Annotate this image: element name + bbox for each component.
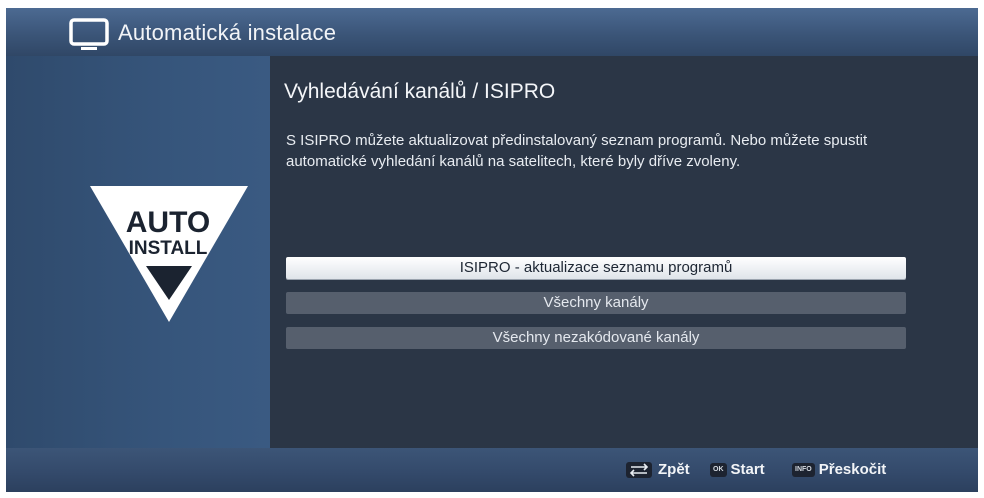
page-title: Vyhledávání kanálů / ISIPRO xyxy=(284,80,556,103)
back-arrows-icon xyxy=(626,462,652,478)
back-hint[interactable]: Zpět xyxy=(658,460,690,480)
footer-bar: Zpět OK Start INFO Přeskočit xyxy=(6,448,978,492)
start-label: Start xyxy=(730,461,765,478)
tv-screen: Automatická instalace AUTO INSTALL Vyhle… xyxy=(6,8,978,492)
auto-install-logo: AUTO INSTALL xyxy=(90,186,248,322)
ok-key-icon: OK xyxy=(710,463,727,478)
skip-hint[interactable]: INFO Přeskočit xyxy=(792,460,886,480)
logo-text-auto: AUTO xyxy=(126,206,210,239)
info-key-icon: INFO xyxy=(792,463,815,478)
start-hint[interactable]: OK Start xyxy=(710,460,765,480)
title-bar: Automatická instalace xyxy=(6,8,978,56)
tv-icon xyxy=(69,18,109,50)
option-all-channels[interactable]: Všechny kanály xyxy=(286,292,906,314)
back-label: Zpět xyxy=(658,461,690,478)
option-isipro-update[interactable]: ISIPRO - aktualizace seznamu programů xyxy=(286,257,906,279)
option-free-channels[interactable]: Všechny nezakódované kanály xyxy=(286,327,906,349)
side-panel: AUTO INSTALL xyxy=(6,56,270,448)
skip-label: Přeskočit xyxy=(818,461,887,478)
description-text: S ISIPRO můžete aktualizovat předinstalo… xyxy=(286,132,868,170)
content-panel: Vyhledávání kanálů / ISIPRO S ISIPRO můž… xyxy=(270,56,978,448)
logo-text-install: INSTALL xyxy=(129,238,208,259)
window-title: Automatická instalace xyxy=(118,20,337,45)
